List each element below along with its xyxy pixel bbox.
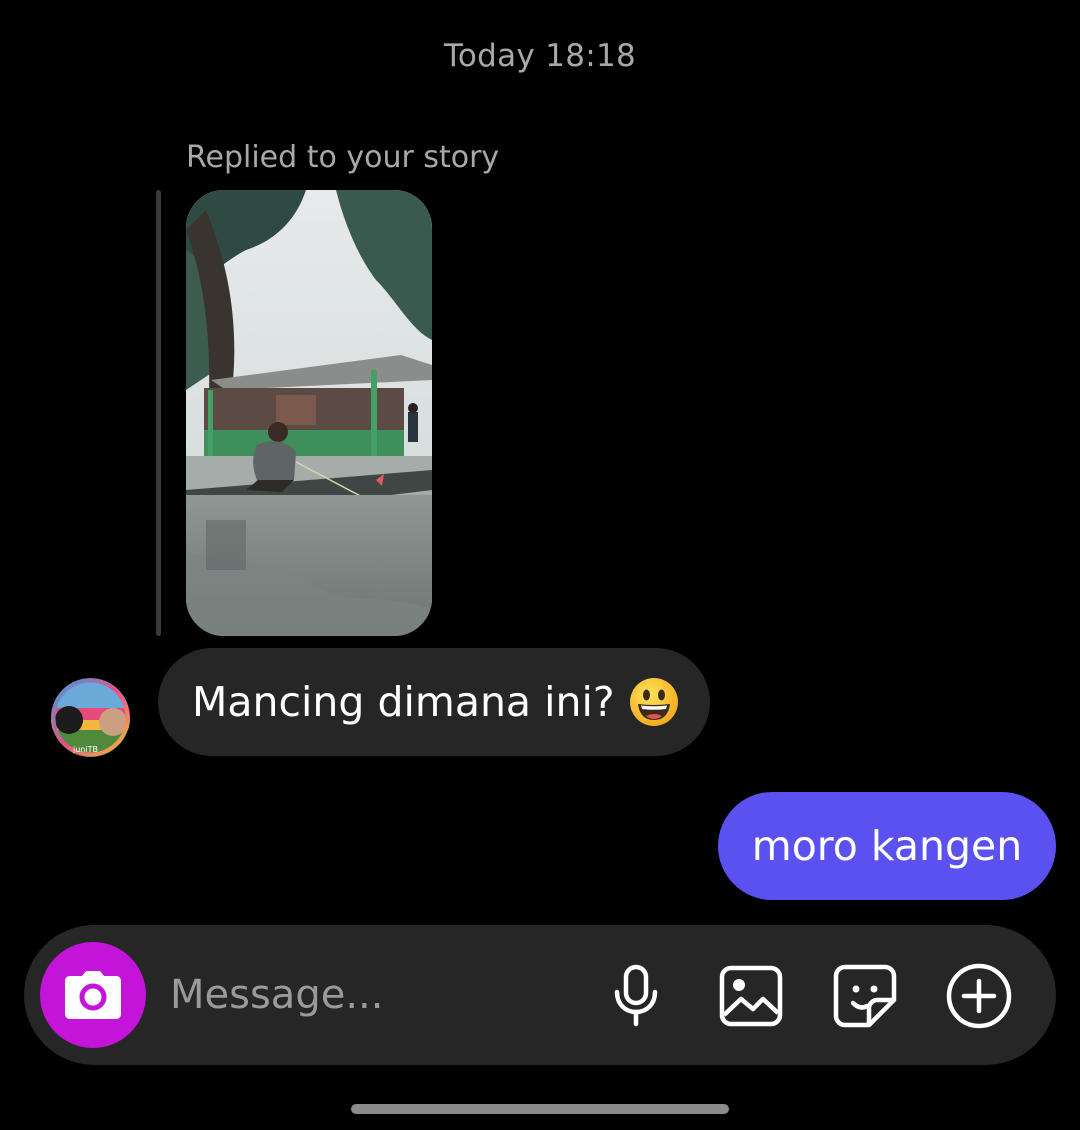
chat-screen: Today 18:18 Replied to your story juniTB… (0, 0, 1080, 1130)
sticker-button[interactable] (832, 963, 898, 1029)
sender-avatar[interactable]: juniTB (51, 678, 130, 757)
avatar-image: juniTB (51, 678, 130, 757)
outgoing-message-text: moro kangen (751, 822, 1023, 870)
message-composer (24, 925, 1056, 1065)
message-input[interactable] (170, 955, 590, 1035)
camera-button[interactable] (40, 942, 146, 1048)
story-image (186, 190, 432, 636)
incoming-message-text: Mancing dimana ini? (192, 678, 615, 726)
gallery-icon (719, 965, 783, 1027)
microphone-button[interactable] (603, 963, 669, 1029)
camera-icon (65, 971, 121, 1019)
home-indicator[interactable] (351, 1104, 729, 1114)
microphone-icon (614, 964, 658, 1027)
grinning-face-emoji-icon (629, 677, 679, 727)
story-reply-label: Replied to your story (186, 140, 500, 175)
add-button[interactable] (946, 963, 1012, 1029)
avatar-caption: juniTB (72, 745, 98, 754)
message-timestamp: Today 18:18 (443, 38, 637, 74)
outgoing-message-bubble[interactable]: moro kangen (718, 792, 1056, 900)
gallery-button[interactable] (718, 963, 784, 1029)
story-thumbnail[interactable] (186, 190, 432, 636)
add-icon (946, 963, 1012, 1029)
reply-quote-bar (156, 190, 161, 636)
incoming-message-bubble[interactable]: Mancing dimana ini? (158, 648, 710, 756)
sticker-icon (833, 964, 897, 1028)
